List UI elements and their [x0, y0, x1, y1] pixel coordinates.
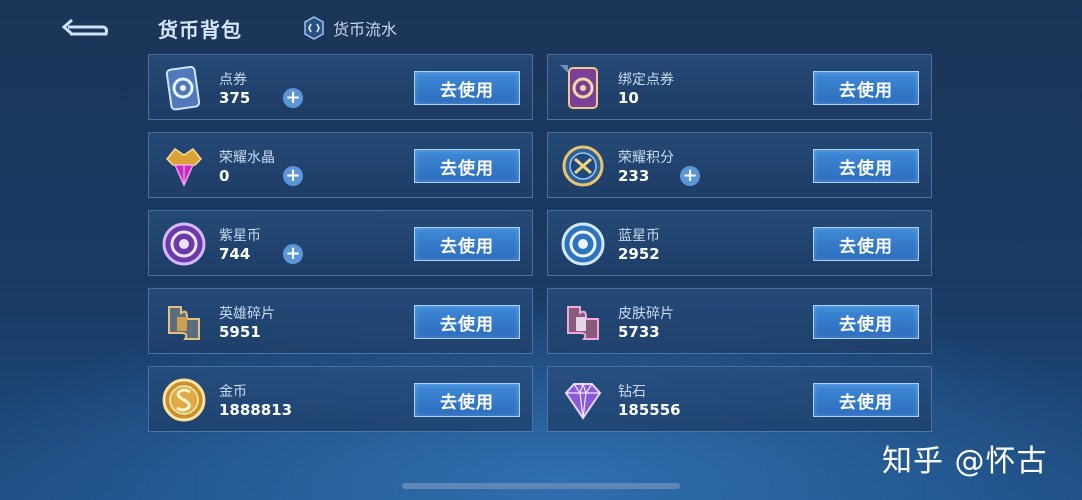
- add-purple-star-coin-button[interactable]: +: [283, 244, 303, 264]
- currency-amount: 744: [219, 245, 251, 263]
- currency-amount: 375: [219, 89, 251, 107]
- currency-card-glory-points: 荣耀积分 233 + 去使用: [547, 132, 932, 198]
- currency-name: 荣耀水晶: [219, 150, 275, 166]
- currency-amount: 10: [618, 89, 639, 107]
- purple-star-coin-icon: [162, 222, 206, 266]
- use-button-glory-crystal[interactable]: 去使用: [414, 149, 520, 183]
- currency-card-bound-voucher: 绑定点券 10 去使用: [547, 54, 932, 120]
- currency-amount: 185556: [618, 401, 681, 419]
- tab-currency-flow-label: 货币流水: [333, 20, 398, 39]
- currency-card-diamond: 钻石 185556 去使用: [547, 366, 932, 432]
- page-title: 货币背包: [158, 18, 242, 42]
- currency-amount: 233: [618, 167, 650, 185]
- use-button-diamond[interactable]: 去使用: [813, 383, 919, 417]
- use-button-hero-fragment[interactable]: 去使用: [414, 305, 520, 339]
- hero-fragment-icon: [168, 306, 200, 340]
- blue-star-coin-icon: [561, 222, 605, 266]
- currency-amount: 5951: [219, 323, 261, 341]
- bound-voucher-card-icon: [560, 65, 598, 109]
- watermark: 知乎 @怀古: [882, 444, 1048, 479]
- use-button-voucher[interactable]: 去使用: [414, 71, 520, 105]
- currency-name: 紫星币: [219, 228, 261, 244]
- currency-amount: 2952: [618, 245, 660, 263]
- currency-card-blue-star-coin: 蓝星币 2952 去使用: [547, 210, 932, 276]
- currency-card-gold-coin: 金币 1888813 去使用: [148, 366, 533, 432]
- glory-points-icon: [562, 145, 604, 187]
- skin-fragment-icon: [567, 306, 599, 340]
- currency-name: 钻石: [618, 384, 646, 400]
- currency-name: 金币: [219, 384, 247, 400]
- currency-name: 绑定点券: [618, 72, 674, 88]
- currency-name: 荣耀积分: [618, 150, 674, 166]
- add-glory-crystal-button[interactable]: +: [283, 166, 303, 186]
- use-button-gold-coin[interactable]: 去使用: [414, 383, 520, 417]
- currency-amount: 5733: [618, 323, 660, 341]
- use-button-purple-star-coin[interactable]: 去使用: [414, 227, 520, 261]
- voucher-card-icon: [165, 65, 201, 111]
- currency-name: 蓝星币: [618, 228, 660, 244]
- currency-card-hero-fragment: 英雄碎片 5951 去使用: [148, 288, 533, 354]
- currency-name: 点券: [219, 72, 247, 88]
- add-voucher-button[interactable]: +: [283, 88, 303, 108]
- use-button-skin-fragment[interactable]: 去使用: [813, 305, 919, 339]
- tab-currency-flow[interactable]: 货币流水: [303, 16, 397, 40]
- currency-name: 英雄碎片: [219, 306, 275, 322]
- currency-name: 皮肤碎片: [618, 306, 674, 322]
- currency-card-purple-star-coin: 紫星币 744 + 去使用: [148, 210, 533, 276]
- home-indicator-bar: [402, 483, 680, 489]
- use-button-bound-voucher[interactable]: 去使用: [813, 71, 919, 105]
- currency-card-glory-crystal: 荣耀水晶 0 + 去使用: [148, 132, 533, 198]
- use-button-glory-points[interactable]: 去使用: [813, 149, 919, 183]
- currency-card-skin-fragment: 皮肤碎片 5733 去使用: [547, 288, 932, 354]
- add-glory-points-button[interactable]: +: [680, 166, 700, 186]
- back-arrow-icon: [61, 18, 108, 36]
- currency-amount: 0: [219, 167, 230, 185]
- use-button-blue-star-coin[interactable]: 去使用: [813, 227, 919, 261]
- currency-card-voucher: 点券 375 + 去使用: [148, 54, 533, 120]
- glory-crystal-icon: [165, 147, 203, 187]
- gold-coin-icon: [162, 378, 206, 422]
- diamond-icon: [564, 382, 602, 420]
- currency-flow-icon: [304, 16, 324, 40]
- currency-amount: 1888813: [219, 401, 293, 419]
- back-button[interactable]: [61, 14, 112, 40]
